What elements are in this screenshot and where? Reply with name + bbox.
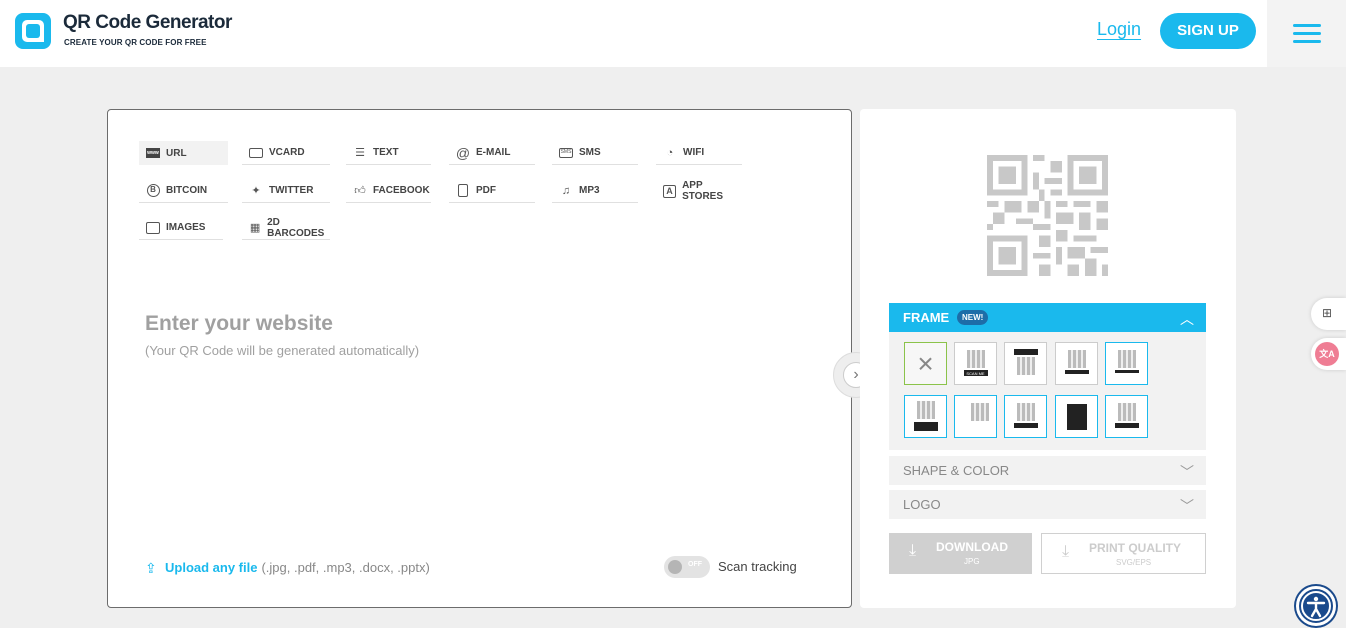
website-input-hint: (Your QR Code will be generated automati…: [145, 343, 420, 358]
accessibility-button[interactable]: [1296, 586, 1336, 626]
translate-icon: 文A: [1315, 342, 1339, 366]
tab-mp3[interactable]: ♫ MP3: [552, 179, 638, 203]
tab-email[interactable]: @ E-MAIL: [449, 141, 535, 165]
tab-sms[interactable]: SMS SMS: [552, 141, 638, 165]
close-icon: ×: [917, 348, 934, 379]
frame-option[interactable]: [1105, 342, 1148, 385]
tab-app-stores[interactable]: A APP STORES: [656, 179, 742, 203]
frame-accordion-header[interactable]: FRAME NEW! ︿: [889, 303, 1206, 332]
tab-text[interactable]: ☰ TEXT: [346, 141, 431, 165]
upload-file-types: (.jpg, .pdf, .mp3, .docx, .pptx): [261, 560, 430, 575]
new-badge: NEW!: [957, 310, 989, 325]
tab-bitcoin[interactable]: B BITCOIN: [139, 179, 228, 203]
grid-plus-icon: ⊞: [1321, 306, 1333, 320]
frame-option[interactable]: [954, 395, 997, 438]
twitter-icon: ✦: [251, 185, 261, 197]
upload-file-link[interactable]: Upload any file: [165, 560, 257, 575]
sign-up-button[interactable]: SIGN UP: [1160, 13, 1256, 49]
frame-option[interactable]: [1055, 342, 1098, 385]
shape-color-accordion[interactable]: SHAPE & COLOR ﹀: [889, 456, 1206, 485]
scan-tracking-toggle[interactable]: OFF: [664, 556, 710, 578]
tab-images[interactable]: IMAGES: [139, 216, 223, 240]
brand-tagline: CREATE YOUR QR CODE FOR FREE: [64, 38, 207, 47]
website-input[interactable]: Enter your website: [145, 312, 333, 336]
accessibility-icon: [1301, 591, 1331, 621]
side-widget-translate[interactable]: 文A: [1311, 338, 1346, 370]
tab-vcard[interactable]: VCARD: [242, 141, 330, 165]
frame-option[interactable]: [1004, 395, 1047, 438]
at-icon: @: [455, 144, 471, 161]
tab-wifi[interactable]: ◔ WIFI: [656, 141, 742, 165]
sms-icon: SMS: [559, 146, 573, 160]
chevron-up-icon: ︿: [1180, 311, 1194, 327]
tab-facebook[interactable]: 👍︎ FACEBOOK: [346, 179, 431, 203]
wifi-icon: ◔: [666, 146, 674, 159]
qr-content-panel: www URL VCARD ☰ TEXT @ E-MAIL SMS SMS ◔ …: [107, 109, 852, 608]
text-icon: ☰: [355, 147, 365, 159]
download-icon: ⤓: [1062, 543, 1070, 560]
frame-option[interactable]: [904, 395, 947, 438]
tab-2d-barcodes[interactable]: ▦ 2D BARCODES: [242, 216, 330, 240]
hamburger-menu-icon[interactable]: [1293, 24, 1321, 43]
brand-name[interactable]: QR Code Generator: [63, 12, 232, 34]
frame-option[interactable]: [1105, 395, 1148, 438]
login-link[interactable]: Login: [1097, 19, 1141, 40]
header: QR Code Generator CREATE YOUR QR CODE FO…: [0, 0, 1346, 67]
frame-options: × SCAN ME: [889, 332, 1206, 450]
download-button[interactable]: ⤓ DOWNLOAD JPG: [889, 533, 1032, 574]
frame-option[interactable]: [1004, 342, 1047, 385]
side-widget-grid[interactable]: ⊞: [1311, 298, 1346, 330]
tab-url[interactable]: www URL: [139, 141, 228, 165]
barcode-icon: ▦: [249, 222, 261, 234]
print-quality-button[interactable]: ⤓ PRINT QUALITY SVG/EPS: [1041, 533, 1206, 574]
upload-file-row: ⇪ Upload any file (.jpg, .pdf, .mp3, .do…: [145, 560, 430, 575]
tab-pdf[interactable]: PDF: [449, 179, 535, 203]
tab-twitter[interactable]: ✦ TWITTER: [242, 179, 330, 203]
logo-label: LOGO: [903, 497, 941, 512]
toggle-knob: [668, 560, 682, 574]
www-icon: www: [146, 148, 160, 158]
app-store-icon: A: [663, 184, 677, 198]
frame-option[interactable]: SCAN ME: [954, 342, 997, 385]
logo-accordion[interactable]: LOGO ﹀: [889, 490, 1206, 519]
logo-icon[interactable]: [15, 13, 51, 49]
frame-label: FRAME: [903, 310, 950, 325]
qr-code-preview: [987, 155, 1108, 276]
image-icon: [146, 221, 160, 235]
thumbs-up-icon: 👍︎: [354, 185, 366, 197]
upload-icon[interactable]: ⇪: [145, 561, 159, 575]
bitcoin-icon: B: [146, 184, 160, 198]
chevron-down-icon: ﹀: [1180, 464, 1194, 480]
shape-color-label: SHAPE & COLOR: [903, 463, 1010, 478]
scan-tracking-label: Scan tracking: [718, 559, 797, 574]
music-note-icon: ♫: [561, 184, 571, 197]
frame-option[interactable]: [1055, 395, 1098, 438]
toggle-state: OFF: [688, 561, 702, 568]
frame-option-none[interactable]: ×: [904, 342, 947, 385]
chevron-down-icon: ﹀: [1180, 498, 1194, 514]
download-icon: ⤓: [909, 542, 917, 559]
vcard-icon: [249, 146, 263, 160]
pdf-icon: [456, 184, 470, 198]
qr-preview-panel: FRAME NEW! ︿ × SCAN ME SHAPE & COLOR ﹀ L…: [860, 109, 1236, 608]
